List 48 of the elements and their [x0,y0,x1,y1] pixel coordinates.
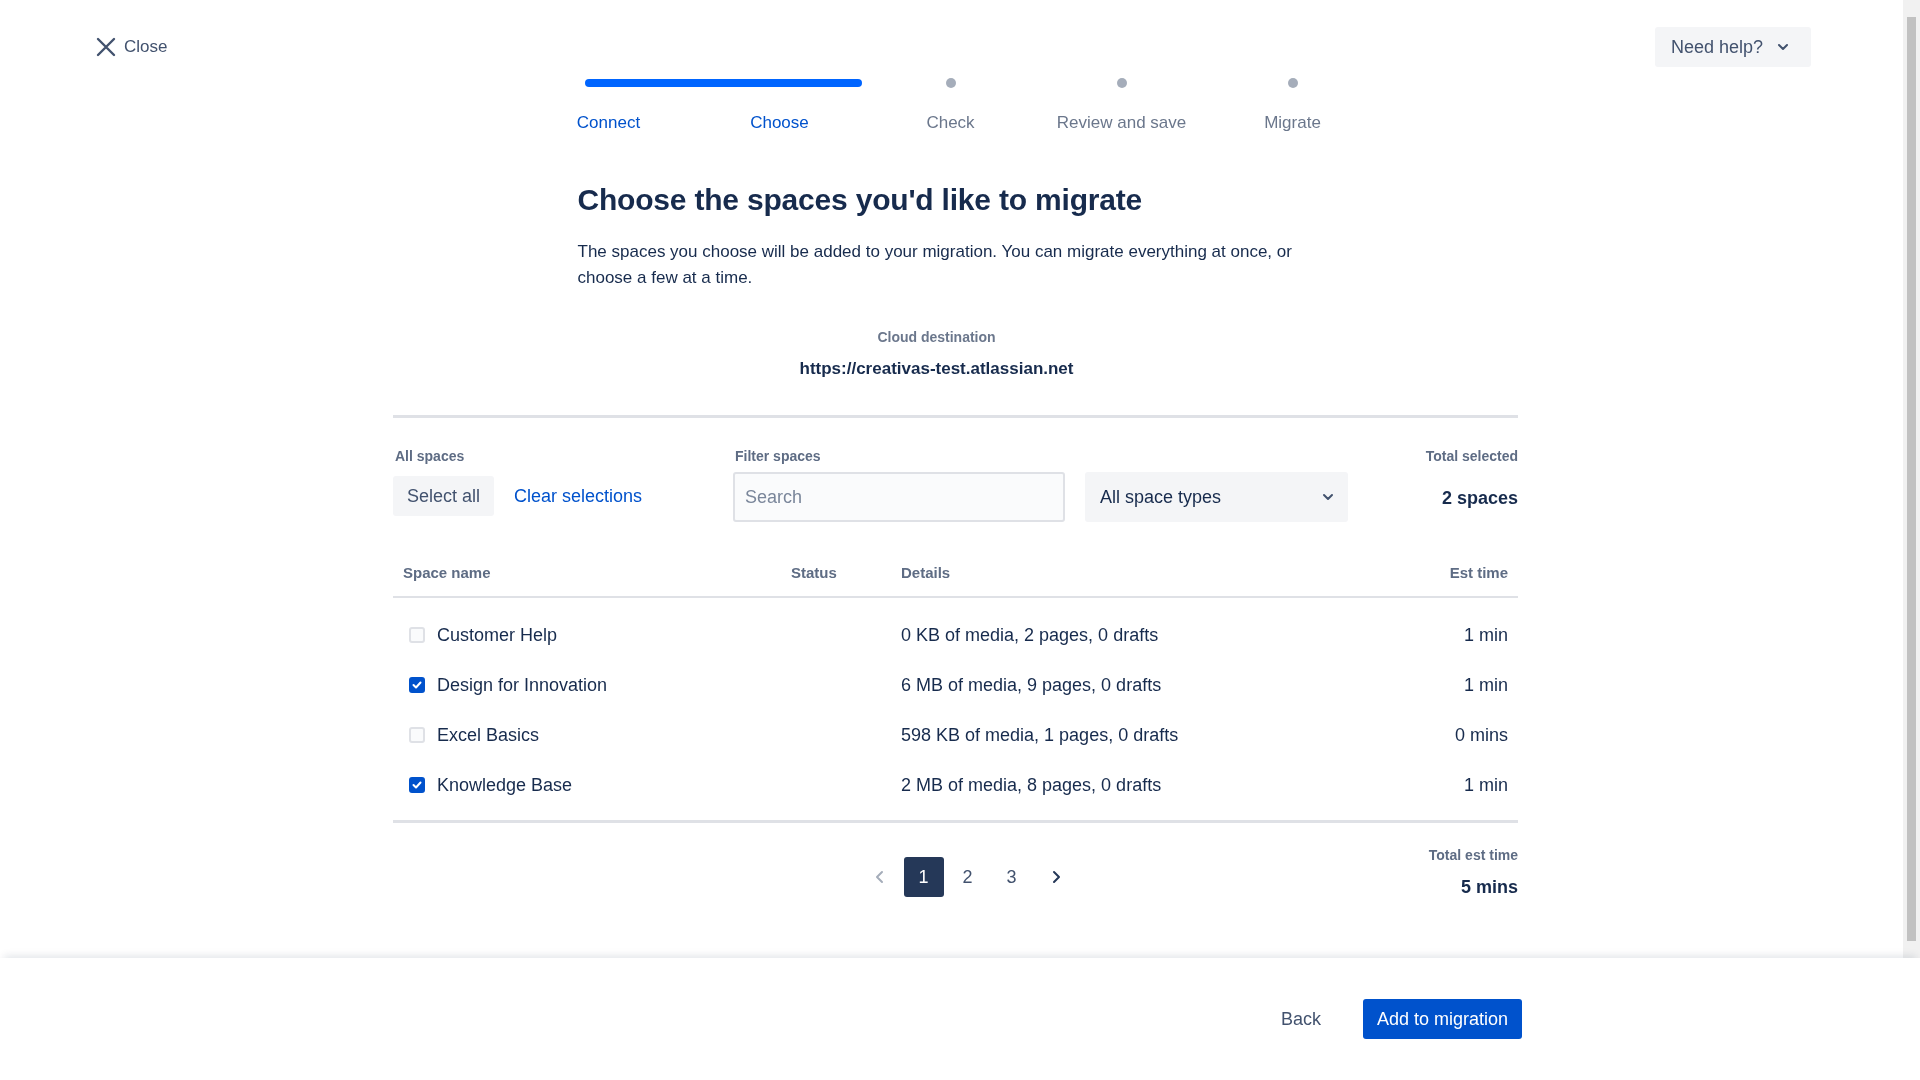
space-details: 0 KB of media, 2 pages, 0 drafts [901,624,1160,646]
close-button[interactable]: Close [96,37,168,57]
space-details: 6 MB of media, 9 pages, 0 drafts [901,674,1163,696]
checkbox[interactable] [409,777,425,793]
destination-url: https://creativas-test.atlassian.net [799,359,1074,379]
step-label: Check [926,113,975,133]
add-to-migration-button[interactable]: Add to migration [1362,999,1522,1039]
est-time: 1 min [1463,774,1509,796]
page-button[interactable]: 2 [947,857,988,897]
checkbox[interactable] [409,677,425,693]
total-time-value: 5 mins [1460,877,1518,898]
search-field[interactable]: Search [733,472,1065,522]
est-time: 0 mins [1454,724,1509,746]
clear-selections-link[interactable]: Clear selections [514,485,643,507]
space-name: Knowledge Base [437,774,573,796]
space-name: Customer Help [437,624,558,646]
total-time-label: Total est time [1428,847,1518,863]
destination-label: Cloud destination [877,329,996,345]
page-button[interactable]: 3 [991,857,1032,897]
est-time: 1 min [1463,624,1509,646]
checkmark-icon [412,680,422,690]
back-button[interactable]: Back [1270,1000,1331,1038]
scrollbar[interactable] [1903,0,1920,958]
step-label: Connect [576,113,641,133]
select-all-button[interactable]: Select all [393,476,495,516]
step-label: Review and save [1056,113,1187,133]
step-label: Choose [750,113,809,133]
checkmark-icon [412,780,422,790]
total-selected-value: 2 spaces [1441,488,1518,509]
space-type-dropdown[interactable]: All space types [1085,472,1348,522]
section-label: Filter spaces [734,448,822,464]
step-label: Migrate [1264,113,1321,133]
description-text: The spaces you choose will be added to your migration. You can migrate everything at once, or choose a few at a time. [577,241,1293,289]
est-time: 1 min [1463,674,1509,696]
column-header: Status [791,564,838,581]
section-label: Total selected [1424,448,1518,464]
page-button[interactable]: 1 [903,857,944,897]
column-header: Space name [402,564,492,581]
section-label: All spaces [394,448,466,464]
column-header: Details [901,564,952,581]
space-name: Excel Basics [437,724,540,746]
space-details: 598 KB of media, 1 pages, 0 drafts [901,724,1180,746]
space-name: Design for Innovation [437,674,608,696]
space-details: 2 MB of media, 8 pages, 0 drafts [901,774,1163,796]
column-header: Est time [1448,564,1509,581]
page-heading: Choose the spaces you'd like to migrate [577,183,1143,217]
help-button[interactable]: Need help? [1654,27,1811,67]
close-icon [96,37,116,57]
